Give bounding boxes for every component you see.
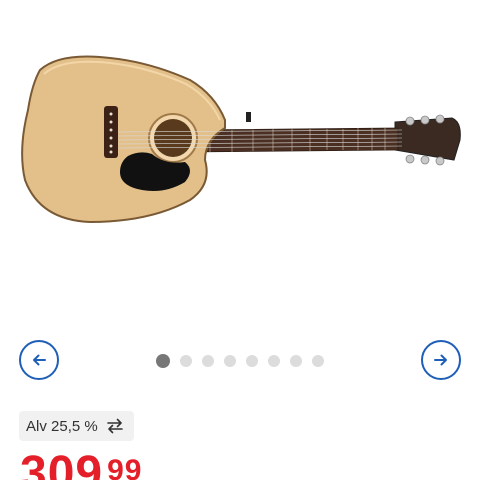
vat-toggle-button[interactable]: Alv 25,5 % xyxy=(19,411,134,441)
price-main: 309 xyxy=(20,447,104,480)
gallery-next-button[interactable] xyxy=(421,340,461,380)
gallery-dot[interactable] xyxy=(180,355,192,367)
product-price: 309 99 xyxy=(20,450,142,480)
gallery-dot[interactable] xyxy=(268,355,280,367)
gallery-dot[interactable] xyxy=(202,355,214,367)
gallery-dot[interactable] xyxy=(290,355,302,367)
gallery-pagination xyxy=(156,354,324,368)
arrow-right-icon xyxy=(434,354,447,366)
vat-label: Alv 25,5 % xyxy=(26,417,98,435)
swap-arrows-icon xyxy=(106,417,124,435)
gallery-dot[interactable] xyxy=(246,355,258,367)
price-cents: 99 xyxy=(107,454,143,480)
gallery-dot[interactable] xyxy=(224,355,236,367)
product-page: Alv 25,5 % 309 99 xyxy=(0,0,480,480)
gallery-dot[interactable] xyxy=(312,355,324,367)
gallery-prev-button[interactable] xyxy=(19,340,59,380)
arrow-left-icon xyxy=(33,354,46,366)
product-image-guitar[interactable] xyxy=(0,0,480,250)
gallery-dot[interactable] xyxy=(156,354,170,368)
